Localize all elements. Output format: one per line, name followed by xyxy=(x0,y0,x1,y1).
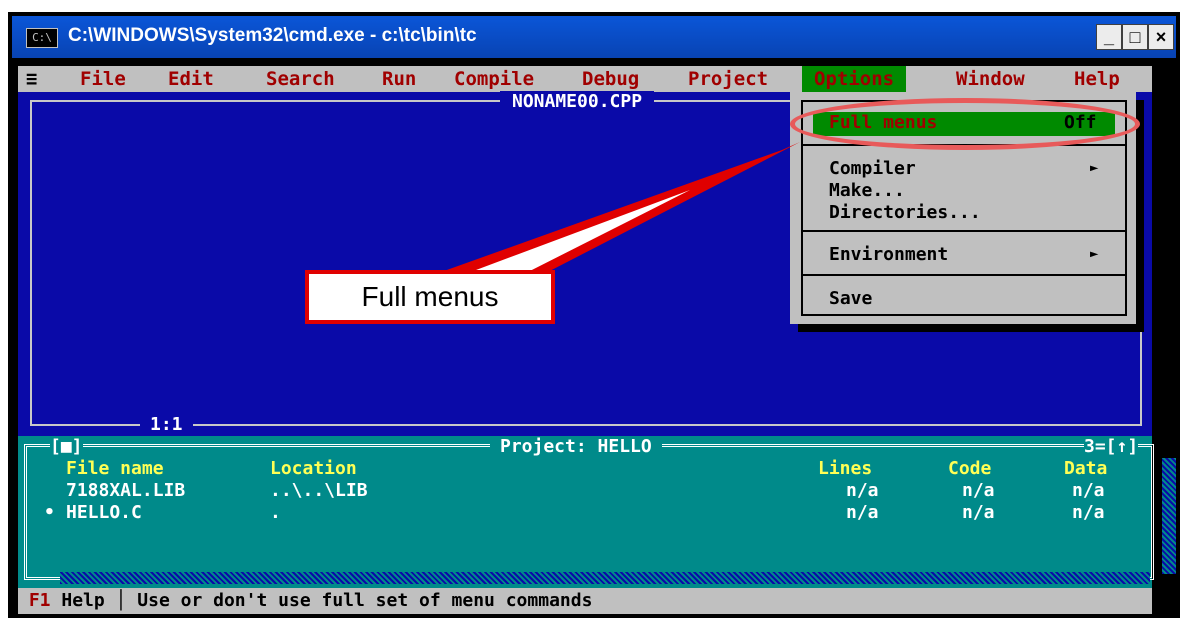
status-bar: F1 Help │ Use or don't use full set of m… xyxy=(18,588,1152,614)
column-header-lines: Lines xyxy=(818,458,873,479)
table-row-file[interactable]: HELLO.C xyxy=(66,502,142,523)
status-separator: │ xyxy=(115,590,127,611)
callout-pointer-shape xyxy=(430,142,800,276)
help-key[interactable]: F1 xyxy=(29,590,51,611)
selected-bullet-icon: • xyxy=(44,502,55,523)
column-header-location: Location xyxy=(270,458,357,479)
status-message: Use or don't use full set of menu comman… xyxy=(137,590,593,611)
table-row-code: n/a xyxy=(962,502,995,523)
vertical-scrollbar[interactable] xyxy=(1162,458,1176,574)
table-row-file[interactable]: 7188XAL.LIB xyxy=(66,480,185,501)
column-header-code: Code xyxy=(948,458,992,479)
column-header-data: Data xyxy=(1064,458,1108,479)
table-row-data: n/a xyxy=(1072,502,1105,523)
table-row-lines: n/a xyxy=(846,480,879,501)
table-row-location: ..\..\LIB xyxy=(270,480,368,501)
table-row-lines: n/a xyxy=(846,502,879,523)
table-row-location: . xyxy=(270,502,281,523)
column-header-file: File name xyxy=(66,458,164,479)
project-close-box[interactable]: [■] xyxy=(50,436,83,457)
table-row-code: n/a xyxy=(962,480,995,501)
callout-box: Full menus xyxy=(305,270,555,324)
project-title: Project: HELLO xyxy=(490,436,662,457)
horizontal-scrollbar[interactable] xyxy=(60,572,1150,584)
project-window-number[interactable]: 3=[↑] xyxy=(1084,436,1139,457)
table-row-data: n/a xyxy=(1072,480,1105,501)
help-key-label: Help xyxy=(61,590,105,611)
